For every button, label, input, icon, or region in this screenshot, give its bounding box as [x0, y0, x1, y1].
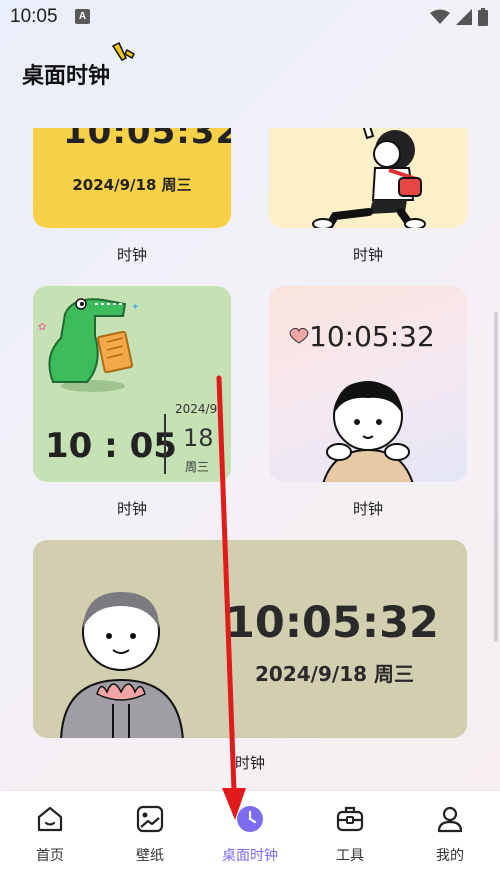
widget-date: 2024/9/18 周三 [255, 662, 414, 686]
crocodile-illustration: ✿ ✦ [38, 298, 139, 392]
svg-text:✿: ✿ [38, 322, 46, 333]
status-bar: 10:05 A [0, 0, 500, 34]
nav-label: 我的 [436, 848, 464, 864]
toolbox-icon [336, 806, 364, 832]
widget-label: 时钟 [234, 754, 265, 772]
nav-item-home[interactable]: 首页 [0, 791, 100, 881]
boy-illustration [322, 381, 414, 482]
clock-icon [237, 806, 263, 832]
widget-time: 10:05:32 [225, 598, 439, 648]
nav-item-desktop-clock[interactable]: 桌面时钟 [200, 791, 300, 881]
bottom-nav: 首页 壁纸 桌面时钟 工具 我的 [0, 790, 500, 890]
widget-time: 10:05:32 [309, 320, 435, 353]
widget-label: 时钟 [116, 246, 147, 264]
monk-illustration [60, 592, 184, 738]
nav-label: 壁纸 [136, 848, 164, 864]
profile-icon [437, 806, 463, 833]
clock-widget-list[interactable]: 10:05:32 2024/9/18 周三 时钟 时钟 ✿ ✦ 10: 05 … [0, 128, 500, 788]
clock-widget-card[interactable]: 10:05:32 2024/9/18 周三 [33, 128, 231, 228]
nav-item-wallpaper[interactable]: 壁纸 [100, 791, 200, 881]
widget-date: 2024/9/18 周三 [72, 176, 192, 194]
nav-label: 首页 [36, 848, 64, 864]
clock-widget-card[interactable]: 10:05:32 2024/9/18 周三 [33, 540, 467, 738]
svg-text:✦: ✦ [131, 302, 139, 313]
widget-time: 10 : 05 [45, 426, 177, 466]
widget-label: 时钟 [352, 246, 383, 264]
notification-badge: A [75, 9, 90, 24]
widget-time: 10:05:32 [63, 128, 231, 152]
page-title: 桌面时钟 [22, 64, 111, 89]
sparkle-icon [111, 41, 135, 61]
clock-widget-card[interactable]: 10:05:32 [269, 286, 467, 482]
clock-widget-card[interactable]: ✿ ✦ 10 : 05 2024/9 18 周三 [33, 286, 231, 482]
wifi-icon [430, 9, 450, 24]
widget-label: 时钟 [352, 500, 383, 518]
divider [164, 414, 166, 474]
widget-year: 2024/9 [175, 402, 218, 416]
status-icons [430, 8, 488, 26]
wallpaper-icon [136, 805, 164, 833]
clock-widget-card[interactable] [269, 128, 467, 228]
heart-icon [289, 328, 309, 344]
widget-weekday: 周三 [185, 460, 210, 474]
nav-item-profile[interactable]: 我的 [400, 791, 500, 881]
nav-label: 工具 [336, 848, 364, 864]
scrollbar[interactable] [494, 312, 498, 642]
status-time: 10:05 [10, 6, 58, 27]
nav-item-tools[interactable]: 工具 [300, 791, 400, 881]
widget-label: 时钟 [116, 500, 147, 518]
signal-icon [456, 9, 472, 25]
battery-icon [478, 8, 488, 26]
running-girl-illustration [312, 128, 426, 228]
home-icon [37, 806, 63, 832]
widget-day: 18 [183, 424, 214, 452]
nav-label: 桌面时钟 [222, 848, 278, 864]
